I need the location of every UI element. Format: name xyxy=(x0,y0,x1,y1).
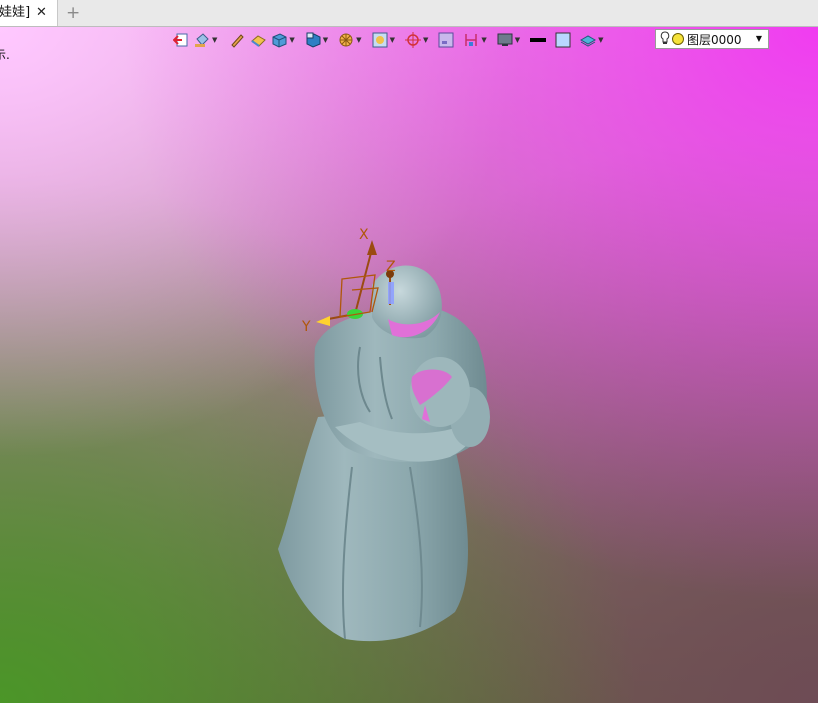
chevron-down-icon[interactable]: ▼ xyxy=(212,36,217,44)
y-axis-label: Y xyxy=(301,319,311,335)
color-button[interactable] xyxy=(554,29,572,51)
model-canvas[interactable]: X Y Z xyxy=(0,27,818,703)
chevron-down-icon[interactable]: ▼ xyxy=(481,36,486,44)
paint-bucket-icon xyxy=(193,31,211,49)
lightbulb-icon[interactable] xyxy=(660,30,670,48)
x-axis-label: X xyxy=(359,227,369,243)
document-tab-bar: [娃娃] ✕ + xyxy=(0,0,818,27)
eraser-icon xyxy=(249,31,267,49)
line-style-button[interactable] xyxy=(529,29,547,51)
dimension-button[interactable]: ▼ xyxy=(462,29,487,51)
sketch-plane-button[interactable] xyxy=(437,29,455,51)
filter-button[interactable]: ▼ xyxy=(371,29,395,51)
display-monitor-icon xyxy=(496,31,514,49)
snap-target-icon xyxy=(404,31,422,49)
eraser-button[interactable] xyxy=(249,29,267,51)
document-tab[interactable]: [娃娃] ✕ xyxy=(0,0,58,26)
snap-button[interactable]: ▼ xyxy=(404,29,428,51)
exit-button[interactable] xyxy=(172,29,190,51)
section-wheel-icon xyxy=(337,31,355,49)
layer-select[interactable]: 图层0000 ▼ xyxy=(655,29,769,49)
sketch-plane-icon xyxy=(437,31,455,49)
heads-up-toolbar: ▼ ▼ ▼ ▼ ▼ ▼ ▼ ▼ ▼ xyxy=(172,29,607,51)
chevron-down-icon[interactable]: ▼ xyxy=(390,36,395,44)
view-orient-button[interactable]: ▼ xyxy=(304,29,328,51)
add-tab-icon[interactable]: + xyxy=(66,0,80,26)
3d-viewport[interactable]: 示. X Y Z xyxy=(0,27,818,703)
chevron-down-icon[interactable]: ▼ xyxy=(323,36,328,44)
document-tab-title: [娃娃] xyxy=(0,5,31,20)
y-axis-arrow-icon xyxy=(316,316,330,326)
exit-icon xyxy=(172,31,190,49)
chevron-down-icon[interactable]: ▼ xyxy=(756,30,762,48)
pen-button[interactable] xyxy=(228,29,246,51)
view-cube-icon xyxy=(304,31,322,49)
dimension-icon xyxy=(462,31,480,49)
close-icon[interactable]: ✕ xyxy=(36,0,47,26)
chevron-down-icon[interactable]: ▼ xyxy=(515,36,520,44)
layers-button[interactable]: ▼ xyxy=(579,29,604,51)
shaded-cube-button[interactable]: ▼ xyxy=(270,29,295,51)
line-style-icon xyxy=(529,31,547,49)
chevron-down-icon[interactable]: ▼ xyxy=(289,36,294,44)
layer-value: 图层0000 xyxy=(687,32,742,47)
shaded-cube-icon xyxy=(270,31,288,49)
color-swatch-icon xyxy=(554,31,572,49)
paint-button[interactable]: ▼ xyxy=(193,29,217,51)
filter-icon xyxy=(371,31,389,49)
z-axis-label: Z xyxy=(386,259,396,275)
layers-icon xyxy=(579,31,597,49)
chevron-down-icon[interactable]: ▼ xyxy=(423,36,428,44)
chevron-down-icon[interactable]: ▼ xyxy=(356,36,361,44)
section-button[interactable]: ▼ xyxy=(337,29,362,51)
display-button[interactable]: ▼ xyxy=(496,29,520,51)
pen-icon xyxy=(228,31,246,49)
chevron-down-icon[interactable]: ▼ xyxy=(598,36,603,44)
layer-color-icon[interactable] xyxy=(672,33,684,45)
